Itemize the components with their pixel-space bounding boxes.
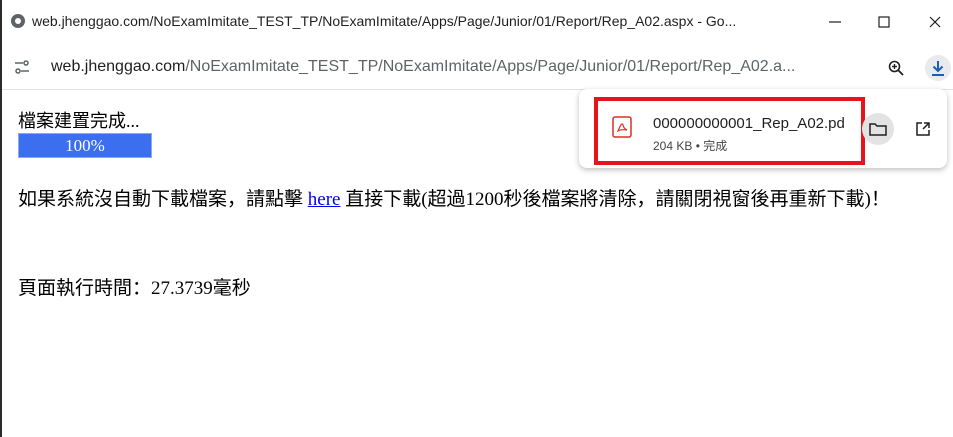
progress-bar: 100% (18, 133, 152, 158)
title-bar: web.jhenggao.com/NoExamImitate_TEST_TP/N… (2, 0, 953, 44)
address-bar[interactable]: web.jhenggao.com/NoExamImitate_TEST_TP/N… (2, 44, 953, 90)
browser-window: web.jhenggao.com/NoExamImitate_TEST_TP/N… (0, 0, 953, 437)
message-after: 直接下載(超過1200秒後檔案將清除，請關閉視窗後再重新下載)！ (340, 189, 890, 210)
here-link[interactable]: here (308, 189, 341, 210)
pdf-file-icon (612, 116, 632, 138)
status-text: 檔案建置完成... (18, 111, 140, 131)
close-button[interactable] (915, 8, 953, 36)
url-path: /NoExamImitate_TEST_TP/NoExamImitate/App… (185, 58, 796, 75)
maximize-button[interactable] (864, 8, 904, 36)
open-external-button[interactable] (907, 113, 939, 145)
minimize-icon (829, 21, 841, 23)
maximize-icon (878, 16, 890, 28)
download-message: 如果系統沒自動下載檔案，請點擊 here 直接下載(超過1200秒後檔案將清除，… (18, 185, 938, 215)
minimize-button[interactable] (815, 8, 855, 36)
chrome-icon (11, 14, 25, 28)
zoom-icon[interactable] (887, 59, 905, 77)
folder-icon (869, 123, 887, 136)
message-before: 如果系統沒自動下載檔案，請點擊 (18, 189, 308, 210)
download-bubble: 000000000001_Rep_A02.pd 204 KB • 完成 (579, 89, 947, 168)
window-title: web.jhenggao.com/NoExamImitate_TEST_TP/N… (32, 13, 737, 29)
download-filename[interactable]: 000000000001_Rep_A02.pd (653, 115, 845, 132)
close-icon (929, 16, 941, 28)
download-icon[interactable] (925, 55, 951, 81)
url-text[interactable]: web.jhenggao.com/NoExamImitate_TEST_TP/N… (51, 58, 795, 76)
url-host: web.jhenggao.com (51, 58, 186, 75)
execution-time: 頁面執行時間：27.3739毫秒 (18, 278, 251, 299)
show-in-folder-button[interactable] (862, 113, 894, 145)
tune-icon[interactable] (14, 60, 30, 74)
open-in-new-icon (916, 122, 930, 136)
progress-label: 100% (65, 136, 105, 155)
download-meta: 204 KB • 完成 (653, 139, 728, 153)
